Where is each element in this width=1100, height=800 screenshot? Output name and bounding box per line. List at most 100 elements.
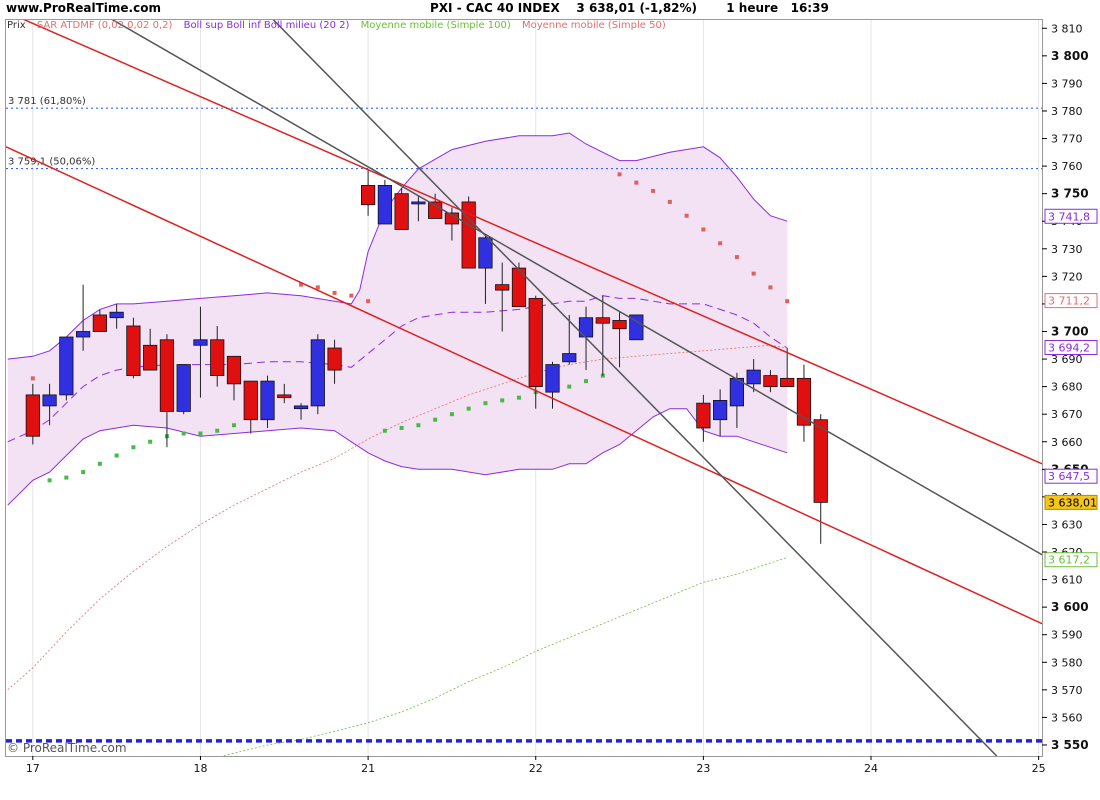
chart-canvas: 3 781 (61,80%) 3 759,1 (50,06%) 3 550 3 560… — [6, 20, 1098, 775]
candle-body — [210, 339, 225, 376]
candle-body — [713, 400, 728, 421]
candle-body — [780, 377, 795, 388]
candle-body — [478, 237, 493, 269]
sar-dot — [131, 445, 136, 450]
legend-bollinger: Boll sup Boll inf Boll milieu (20 2) — [183, 20, 350, 31]
sar-dot — [768, 285, 773, 290]
candle-body — [327, 347, 342, 371]
candle-body — [310, 339, 325, 407]
sar-dot — [718, 241, 723, 246]
x-tick-label: 21 — [361, 762, 375, 775]
candle-body — [428, 201, 443, 219]
candle-body — [746, 369, 761, 385]
candle-body — [143, 344, 158, 371]
candle-body — [528, 298, 543, 388]
value-tag-label: 3 694,2 — [1048, 341, 1090, 354]
sar-dot — [332, 290, 337, 295]
legend-ma100: Moyenne mobile (Simple 100) — [360, 20, 511, 31]
sar-dot — [30, 376, 35, 381]
value-tag-label: 3 638,01 — [1048, 496, 1097, 509]
candle-body — [159, 339, 175, 412]
legend-sar: SAR ATDMF (0,02 0,02 0,2) — [36, 20, 173, 31]
sar-dot — [751, 271, 756, 276]
y-tick-label: 3 570 — [1051, 684, 1083, 697]
candle-body — [360, 184, 376, 206]
value-tag-label: 3 617,2 — [1048, 554, 1090, 567]
y-tick-label: 3 730 — [1051, 243, 1083, 256]
candle-body — [377, 184, 392, 225]
x-tick-label: 23 — [696, 762, 710, 775]
sar-dot — [399, 425, 404, 430]
sar-dot — [584, 379, 589, 384]
y-tick-label: 3 560 — [1051, 711, 1083, 724]
candle-body — [394, 193, 409, 230]
fibonacci-level-label: 3 781 (61,80%) — [8, 96, 86, 107]
sar-dot — [181, 431, 186, 436]
y-tick-label: 3 800 — [1051, 49, 1089, 63]
sar-dot — [500, 398, 505, 403]
candle-body — [612, 320, 627, 330]
y-tick-label: 3 790 — [1051, 77, 1083, 90]
watermark: © ProRealTime.com — [7, 741, 127, 755]
y-tick-label: 3 720 — [1051, 270, 1083, 283]
candle-body — [763, 375, 778, 388]
y-tick-label: 3 550 — [1051, 738, 1089, 752]
trend-line-gray — [111, 20, 1042, 556]
candle-body — [813, 419, 828, 503]
y-tick-label: 3 670 — [1051, 408, 1083, 421]
candle-body — [59, 336, 74, 396]
sar-dot — [97, 461, 102, 466]
sar-dot — [567, 384, 572, 389]
candle-body — [277, 394, 292, 399]
legend-ma50: Moyenne mobile (Simple 50) — [521, 20, 666, 31]
y-tick-label: 3 760 — [1051, 160, 1083, 173]
y-tick-label: 3 750 — [1051, 187, 1089, 201]
sar-dot — [81, 470, 86, 475]
sar-dot — [64, 475, 69, 480]
sar-dot — [667, 199, 672, 204]
sar-dot — [47, 478, 52, 483]
sar-dot — [734, 255, 739, 260]
value-tag-label: 3 711,2 — [1048, 295, 1090, 308]
fibonacci-level-label: 3 759,1 (50,06%) — [8, 157, 95, 168]
sar-dot — [416, 423, 421, 428]
candle-body — [595, 317, 610, 324]
x-tick-label: 24 — [864, 762, 878, 775]
candle-body — [226, 355, 242, 385]
candle-body — [76, 331, 91, 338]
y-tick-label: 3 700 — [1051, 324, 1089, 338]
candle-body — [293, 405, 309, 410]
candle-body — [243, 380, 258, 421]
candle-body — [176, 364, 191, 412]
sar-dot — [315, 285, 320, 290]
candle-body — [260, 380, 275, 421]
y-tick-label: 3 610 — [1051, 574, 1083, 587]
chart-legend: Prix SAR ATDMF (0,02 0,02 0,2) Boll sup … — [7, 20, 674, 31]
y-tick-label: 3 580 — [1051, 656, 1083, 669]
candle-body — [545, 364, 560, 393]
sar-dot — [701, 227, 706, 232]
candle-body — [562, 353, 577, 363]
candle-body — [495, 284, 510, 291]
y-tick-label: 3 770 — [1051, 133, 1083, 146]
sar-dot — [651, 188, 656, 193]
sar-dot — [198, 431, 203, 436]
sar-dot — [516, 395, 521, 400]
candle-body — [42, 394, 57, 407]
sar-dot — [433, 417, 438, 422]
sar-dot — [785, 299, 790, 304]
sar-dot — [349, 293, 354, 298]
x-tick-label: 22 — [529, 762, 543, 775]
x-tick-label: 18 — [193, 762, 207, 775]
candle-body — [126, 325, 141, 376]
sar-dot — [148, 439, 153, 444]
sar-dot — [449, 412, 454, 417]
value-tag-label: 3 647,5 — [1048, 470, 1090, 483]
sar-dot — [215, 428, 220, 433]
y-tick-label: 3 660 — [1051, 436, 1083, 449]
candle-body — [92, 314, 107, 332]
y-tick-label: 3 590 — [1051, 629, 1083, 642]
y-tick-label: 3 600 — [1051, 600, 1089, 614]
sar-dot — [617, 172, 622, 177]
candle-body — [193, 339, 208, 346]
